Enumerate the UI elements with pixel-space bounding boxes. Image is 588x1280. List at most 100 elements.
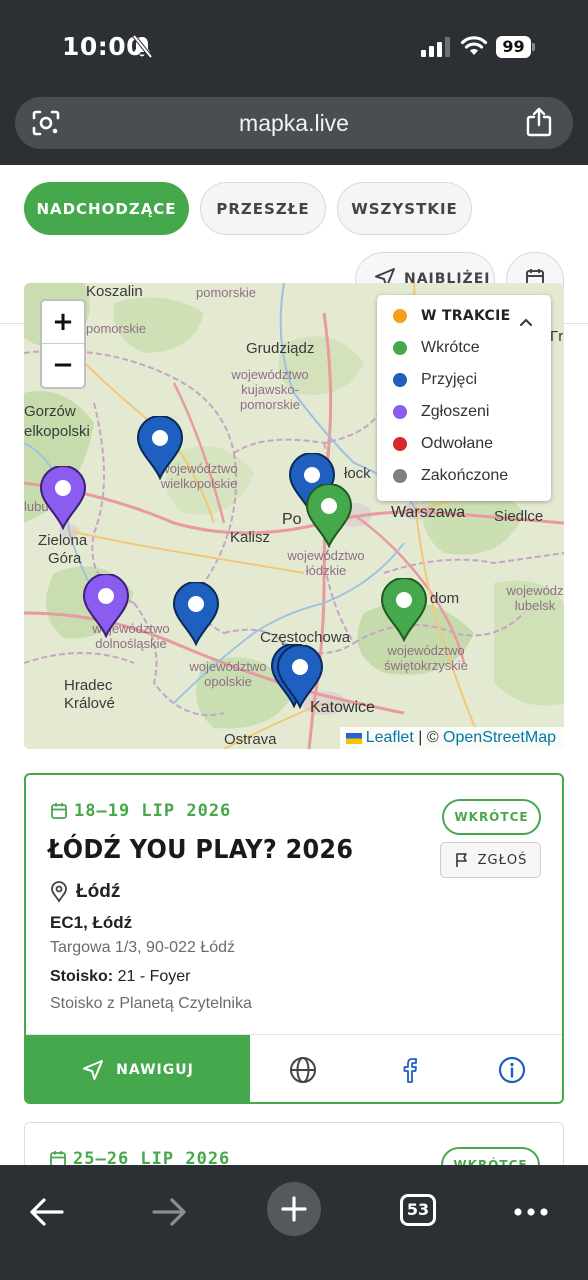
event-stand-label: Stoisko: (50, 968, 114, 985)
event-address: Targowa 1/3, 90-022 Łódź (50, 939, 236, 956)
map-label-ostrava: Ostrava (224, 731, 277, 748)
legend-item-accepted: Przyjęci (393, 368, 477, 392)
back-arrow-icon[interactable] (16, 1179, 76, 1239)
forward-arrow-icon[interactable] (140, 1179, 200, 1239)
map-label-gora: Góra (48, 550, 82, 567)
url-text[interactable]: mapka.live (15, 97, 573, 149)
wifi-icon (460, 36, 488, 55)
map-marker-upcoming[interactable] (380, 578, 428, 642)
legend-dot-accepted (393, 373, 407, 387)
navigate-label: NAWIGUJ (116, 1062, 194, 1078)
map-label-kujawsko-pomorskie: województwo kujawsko-pomorskie (231, 367, 309, 412)
map-marker-accepted[interactable] (276, 645, 324, 709)
legend-dot-cancelled (393, 437, 407, 451)
legend-item-submitted: Zgłoszeni (393, 400, 489, 424)
openstreetmap-link[interactable]: OpenStreetMap (443, 729, 556, 747)
status-bar: 10:00 99 (0, 0, 588, 95)
events-map[interactable]: Koszalin pomorskie pomorskie Grudziądz w… (24, 283, 564, 749)
map-legend[interactable]: W TRAKCIE Wkrótce Przyjęci Zgłoszeni Odw… (377, 295, 551, 501)
map-label-koszalin: Koszalin (86, 283, 143, 300)
cellular-signal-icon (421, 37, 450, 57)
map-label-pomorskie-left: pomorskie (86, 321, 146, 336)
chevron-up-icon[interactable] (519, 317, 533, 327)
legend-dot-finished (393, 469, 407, 483)
event-actions: NAWIGUJ (26, 1034, 562, 1102)
facebook-icon[interactable] (396, 1055, 426, 1085)
battery-nub (532, 43, 535, 51)
event-stand: Stoisko: 21 - Foyer (50, 968, 190, 986)
map-marker-accepted[interactable] (136, 416, 184, 480)
event-card: 18–19 LIP 2026 WKRÓTCE ZGŁOŚ ŁÓDŹ YOU PL… (24, 773, 564, 1104)
filter-all-button[interactable]: WSZYSTKIE (337, 182, 472, 235)
map-label-kalisz: Kalisz (230, 529, 271, 546)
legend-label-cancelled: Odwołane (421, 435, 494, 452)
map-label-zielona: Zielona (38, 532, 88, 549)
event-venue: EC1, Łódź (50, 913, 133, 932)
legend-label-finished: Zakończone (421, 467, 509, 484)
visual-search-icon[interactable] (31, 109, 61, 137)
event-stand-value: 21 - Foyer (113, 968, 191, 985)
event-city: Łódź (50, 881, 120, 903)
navigate-button[interactable]: NAWIGUJ (26, 1035, 250, 1102)
browser-bottom-toolbar: 53 (0, 1165, 588, 1280)
new-tab-button[interactable] (264, 1179, 324, 1239)
zoom-in-button[interactable]: + (42, 301, 84, 344)
attribution-separator: | © (413, 729, 444, 746)
map-label-hradec: Hradec (64, 677, 113, 694)
tab-switcher-button[interactable]: 53 (388, 1179, 448, 1239)
event-date-text: 18–19 LIP 2026 (74, 801, 232, 821)
zoom-out-button[interactable]: − (42, 344, 84, 387)
status-badge: WKRÓTCE (442, 799, 541, 835)
event-note: Stoisko z Planetą Czytelnika (50, 995, 252, 1012)
filter-past-button[interactable]: PRZESZŁE (200, 182, 326, 235)
leaflet-link[interactable]: Leaflet (366, 729, 414, 747)
browser-top-chrome: 10:00 99 mapka.live (0, 0, 588, 165)
map-label-wielkopolski: elkopolski (24, 423, 90, 440)
map-label-lodzkie: województwo łódzkie (287, 548, 365, 578)
report-button[interactable]: ZGŁOŚ (440, 842, 541, 878)
map-label-grudziadz: Grudziądz (246, 340, 315, 357)
share-icon[interactable] (525, 106, 553, 138)
map-label-siedlce: Siedlce (494, 508, 544, 525)
map-label-warszawa: Warszawa (391, 504, 466, 521)
globe-icon[interactable] (288, 1055, 318, 1085)
event-title[interactable]: ŁÓDŹ YOU PLAY? 2026 (48, 835, 353, 865)
map-marker-submitted[interactable] (82, 574, 130, 638)
zoom-control: + − (40, 299, 86, 389)
legend-label-submitted: Zgłoszeni (421, 403, 490, 420)
map-label-swietokrzyskie: województwo świętokrzyskie (384, 643, 468, 673)
map-marker-accepted[interactable] (172, 582, 220, 646)
map-label-pomorskie-top: pomorskie (196, 285, 256, 300)
event-date: 18–19 LIP 2026 (50, 801, 231, 821)
filter-upcoming-button[interactable]: NADCHODZĄCE (24, 182, 189, 235)
legend-label-upcoming: Wkrótce (421, 339, 480, 356)
map-marker-upcoming[interactable] (305, 484, 353, 548)
flag-icon (455, 853, 467, 867)
info-icon[interactable] (497, 1055, 527, 1085)
legend-dot-upcoming (393, 341, 407, 355)
more-options-icon[interactable] (500, 1179, 560, 1239)
legend-dot-in-progress (393, 309, 407, 323)
map-label-opolskie: województwo opolskie (189, 659, 267, 689)
location-pin-icon (51, 881, 67, 903)
event-city-text: Łódź (76, 881, 121, 902)
tab-count: 53 (400, 1194, 436, 1226)
report-label: ZGŁOŚ (477, 852, 528, 868)
legend-item-cancelled: Odwołane (393, 432, 493, 456)
map-label-right-edge: Γr (550, 328, 564, 345)
calendar-icon (51, 803, 67, 819)
map-marker-submitted[interactable] (39, 466, 87, 530)
map-label-plock: łock (344, 465, 371, 482)
address-bar[interactable]: mapka.live (15, 97, 573, 149)
battery-indicator: 99 (496, 36, 536, 58)
bell-muted-icon (132, 34, 153, 59)
legend-item-upcoming: Wkrótce (393, 336, 480, 360)
plus-icon (281, 1196, 307, 1222)
legend-label-in-progress: W TRAKCIE (421, 308, 511, 324)
ukraine-flag-icon (345, 732, 362, 744)
battery-level: 99 (496, 36, 531, 58)
legend-item-finished: Zakończone (393, 464, 508, 488)
map-label-kralove: Králové (64, 695, 115, 712)
map-label-gorzow: Gorzów (24, 403, 76, 420)
navigation-arrow-icon (83, 1060, 104, 1080)
